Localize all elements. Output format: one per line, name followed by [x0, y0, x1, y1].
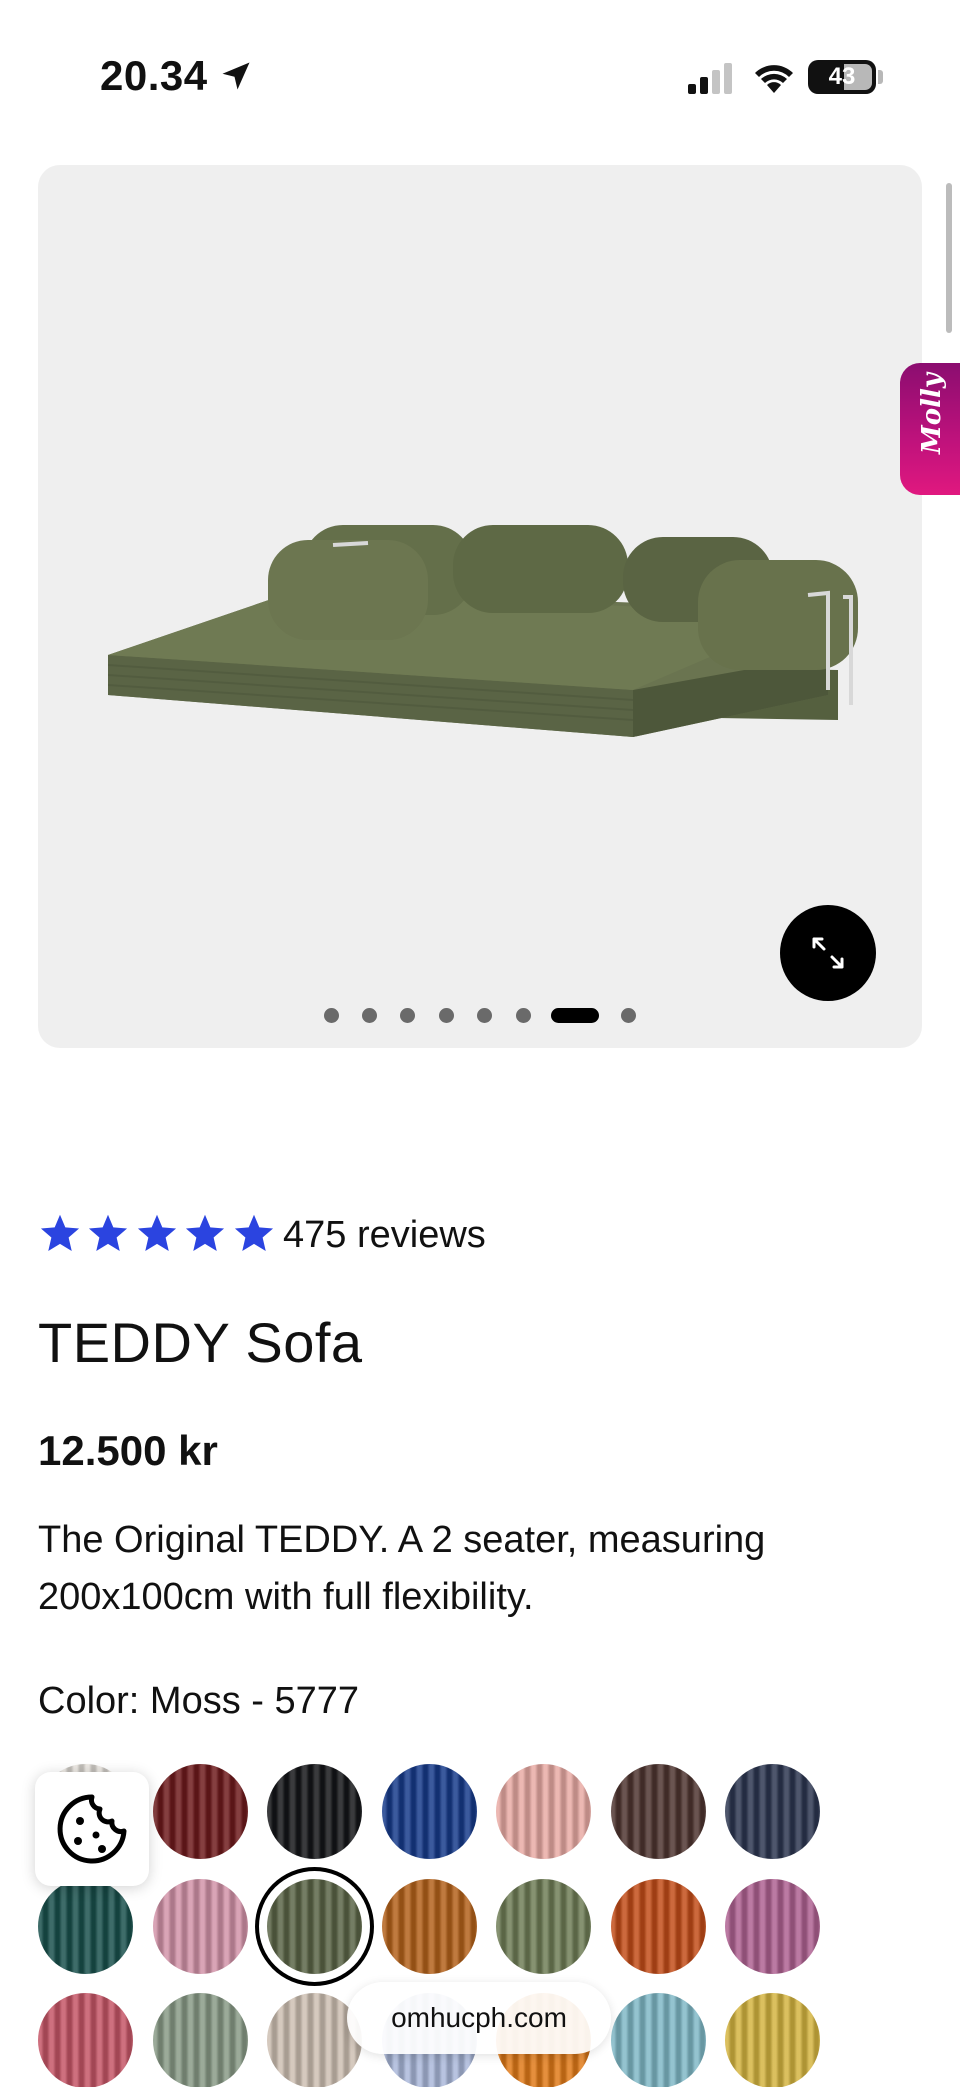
color-swatch-aqua[interactable]	[611, 1993, 706, 2087]
location-arrow-icon	[222, 62, 250, 90]
color-swatch-blush[interactable]	[496, 1764, 591, 1859]
color-swatch-royal-blue[interactable]	[382, 1764, 477, 1859]
color-swatch-rose[interactable]	[153, 1879, 248, 1974]
gallery-dot[interactable]	[324, 1008, 339, 1023]
color-swatch-raspberry[interactable]	[38, 1993, 133, 2087]
status-bar: 20.34 43	[0, 0, 960, 150]
battery-tip	[878, 70, 883, 84]
product-description: The Original TEDDY. A 2 seater, measurin…	[38, 1519, 766, 1618]
battery-icon: 43	[808, 60, 876, 94]
cookie-settings-button[interactable]	[35, 1772, 149, 1886]
color-swatch-sage[interactable]	[496, 1879, 591, 1974]
color-swatch-chocolate[interactable]	[611, 1764, 706, 1859]
gallery-dot[interactable]	[516, 1008, 531, 1023]
color-swatch-teal[interactable]	[38, 1879, 133, 1974]
gallery-pagination[interactable]	[0, 1006, 960, 1026]
cellular-signal-icon	[688, 63, 732, 94]
gallery-dot-active[interactable]	[551, 1008, 599, 1023]
color-swatch-ochre[interactable]	[382, 1879, 477, 1974]
color-swatch-burgundy[interactable]	[153, 1764, 248, 1859]
gallery-dot[interactable]	[621, 1008, 636, 1023]
wifi-icon	[755, 65, 793, 93]
color-swatch-mustard[interactable]	[725, 1993, 820, 2087]
cookie-icon	[57, 1794, 127, 1864]
star-icon	[185, 1214, 225, 1252]
star-icon	[88, 1214, 128, 1252]
status-time: 20.34	[100, 52, 208, 99]
battery-level: 43	[828, 63, 856, 90]
gallery-dot[interactable]	[439, 1008, 454, 1023]
expand-image-button[interactable]	[780, 905, 876, 1001]
color-swatch-rust[interactable]	[611, 1879, 706, 1974]
browser-url-bar[interactable]: omhucph.com	[347, 1982, 611, 2054]
molly-label: Molly	[917, 373, 947, 454]
color-swatch-moss-selected[interactable]	[267, 1879, 362, 1974]
product-title: TEDDY Sofa	[38, 1311, 363, 1374]
reviews-link[interactable]: 475 reviews	[283, 1214, 486, 1257]
star-icon	[40, 1214, 80, 1252]
product-image	[107, 525, 858, 737]
product-price: 12.500 kr	[38, 1427, 218, 1474]
gallery-dot[interactable]	[477, 1008, 492, 1023]
product-image-gallery[interactable]	[38, 165, 922, 1048]
gallery-dot[interactable]	[400, 1008, 415, 1023]
gallery-dot[interactable]	[362, 1008, 377, 1023]
star-icon	[234, 1214, 274, 1252]
color-swatch-mauve[interactable]	[725, 1879, 820, 1974]
star-icon	[137, 1214, 177, 1252]
expand-icon	[812, 937, 844, 969]
color-swatch-black[interactable]	[267, 1764, 362, 1859]
page-scrollbar[interactable]	[946, 183, 952, 333]
color-label: Color: Moss - 5777	[38, 1680, 360, 1722]
molly-assistant-tab[interactable]: Molly	[900, 363, 960, 495]
color-swatch-eucalyptus[interactable]	[153, 1993, 248, 2087]
color-swatch-navy[interactable]	[725, 1764, 820, 1859]
